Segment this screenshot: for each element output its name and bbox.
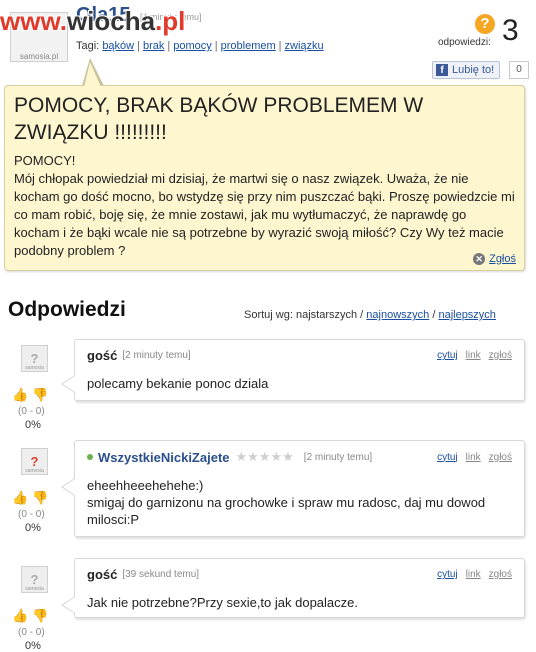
report-link[interactable]: zgłoś	[489, 452, 512, 463]
tag-link[interactable]: bąków	[102, 40, 134, 52]
permalink[interactable]: link	[466, 452, 481, 463]
bubble-tail-inner	[84, 62, 101, 87]
tag-link[interactable]: brak	[143, 40, 164, 52]
thumb-up-icon[interactable]: 👍	[12, 490, 28, 506]
vote-percent: 0%	[25, 522, 41, 534]
close-icon: ✕	[473, 253, 486, 265]
answer-box: gość [39 sekund temu] cytuj link zgłoś J…	[74, 558, 525, 618]
like-count: 0	[509, 61, 529, 79]
report-label: Zgłoś	[489, 253, 516, 265]
facebook-icon: f	[436, 64, 448, 76]
sort-current: najstarszych	[295, 309, 358, 321]
watermark-logo: www.wiocha.pl	[0, 6, 186, 36]
answer-author: gość	[87, 348, 118, 363]
report-question-button[interactable]: ✕ Zgłoś	[473, 253, 516, 265]
permalink[interactable]: link	[466, 350, 481, 361]
avatar[interactable]: ? samosia	[21, 345, 48, 372]
question-body: POMOCY! Mój chłopak powiedział mi dzisia…	[14, 153, 515, 258]
vote-score: (0 - 0)	[18, 627, 45, 638]
sort-label: Sortuj wg:	[244, 309, 293, 321]
tags-label: Tagi:	[76, 40, 100, 52]
quote-link[interactable]: cytuj	[437, 569, 458, 580]
thumb-up-icon[interactable]: 👍	[12, 608, 28, 624]
vote-score: (0 - 0)	[18, 406, 45, 417]
answers-count-label: odpowiedzi:	[438, 37, 491, 48]
question-box: POMOCY, BRAK BĄKÓW PROBLEMEM W ZWIĄZKU !…	[4, 85, 525, 271]
thumb-up-icon[interactable]: 👍	[12, 387, 28, 403]
report-link[interactable]: zgłoś	[489, 569, 512, 580]
permalink[interactable]: link	[466, 569, 481, 580]
user-rating-stars: ★★★★★	[235, 449, 294, 464]
question-title: POMOCY, BRAK BĄKÓW PROBLEMEM W ZWIĄZKU !…	[14, 94, 424, 144]
answer-time: [2 minuty temu]	[303, 451, 373, 463]
vote-score: (0 - 0)	[18, 509, 45, 520]
tag-link[interactable]: problemem	[221, 40, 276, 52]
tag-link[interactable]: związku	[285, 40, 324, 52]
question-icon: ?	[475, 14, 495, 34]
answer-text: eheehheeehehehe:) smigaj do garnizonu na…	[87, 478, 486, 527]
sort-bar: Sortuj wg: najstarszych / najnowszych / …	[244, 309, 496, 321]
avatar[interactable]: ? samosia	[21, 566, 48, 593]
answer-text: polecamy bekanie ponoc dziala	[87, 376, 269, 391]
answers-heading: Odpowiedzi	[8, 298, 126, 321]
vote-percent: 0%	[25, 640, 41, 652]
report-link[interactable]: zgłoś	[489, 350, 512, 361]
answer-box: WszystkieNickiZajete ★★★★★ [2 minuty tem…	[74, 440, 525, 537]
sort-option-newest[interactable]: najnowszych	[366, 309, 429, 321]
answer-author: gość	[87, 567, 118, 582]
avatar-caption: samosia.pl	[19, 52, 59, 61]
tag-link[interactable]: pomocy	[173, 40, 212, 52]
sort-option-best[interactable]: najlepszych	[438, 309, 495, 321]
answer-author[interactable]: WszystkieNickiZajete	[98, 450, 230, 465]
thumb-down-icon[interactable]: 👎	[32, 608, 48, 624]
thumb-down-icon[interactable]: 👎	[32, 387, 48, 403]
answer-box: gość [2 minuty temu] cytuj link zgłoś po…	[74, 339, 525, 401]
answer-time: [2 minuty temu]	[122, 350, 191, 361]
answer-time: [39 sekund temu]	[122, 569, 200, 580]
thumb-down-icon[interactable]: 👎	[32, 490, 48, 506]
like-label: Lubię to!	[452, 64, 495, 76]
facebook-like-button[interactable]: f Lubię to!	[432, 61, 500, 79]
answer-text: Jak nie potrzebne?Przy sexie,to jak dopa…	[87, 595, 358, 610]
tag-list: Tagi: bąków | brak | pomocy | problemem | związk…	[76, 40, 324, 52]
quote-link[interactable]: cytuj	[437, 452, 458, 463]
avatar[interactable]: ? samosia	[21, 448, 48, 475]
answers-count: 3	[502, 14, 519, 47]
quote-link[interactable]: cytuj	[437, 350, 458, 361]
vote-percent: 0%	[25, 419, 41, 431]
online-status-icon	[87, 454, 93, 460]
